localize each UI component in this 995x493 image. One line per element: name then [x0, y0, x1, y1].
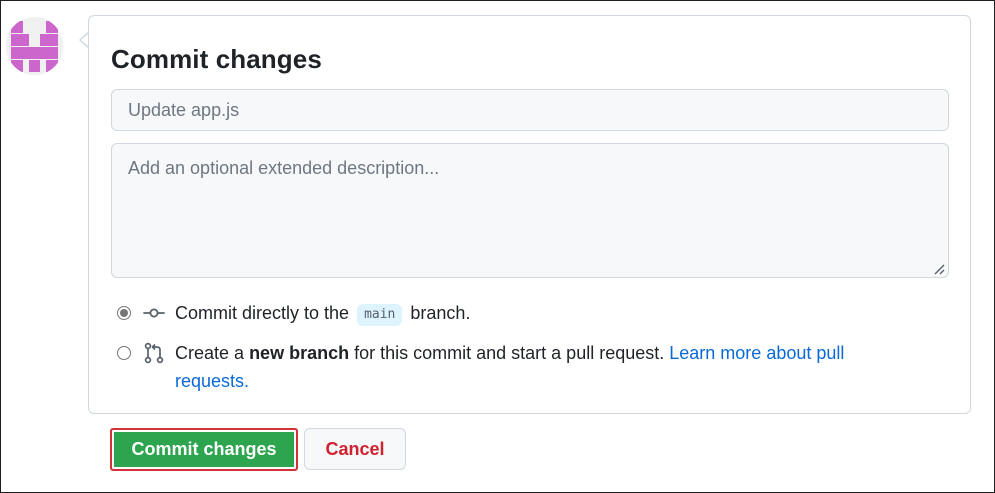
new-branch-text-before: Create a: [175, 343, 245, 363]
new-branch-text-after: for this commit and start a pull request…: [354, 343, 665, 363]
commit-changes-button[interactable]: Commit changes: [110, 428, 298, 471]
git-commit-icon: [143, 308, 165, 318]
new-branch-bold-text: new branch: [249, 343, 350, 363]
git-pull-request-icon: [144, 342, 164, 364]
commit-direct-text-before: Commit directly to the: [175, 303, 350, 323]
commit-direct-text: Commit directly to the main branch.: [175, 299, 470, 327]
commit-description-textarea[interactable]: [111, 143, 949, 278]
commit-form-panel: Commit changes Commit directly to the ma…: [88, 15, 971, 414]
commit-direct-radio[interactable]: [117, 306, 131, 320]
resize-handle-icon[interactable]: [933, 263, 945, 275]
identicon-avatar-icon: [6, 17, 63, 75]
commit-form-title: Commit changes: [111, 44, 322, 74]
commit-direct-option[interactable]: Commit directly to the main branch.: [117, 302, 470, 327]
new-branch-radio[interactable]: [117, 346, 131, 360]
commit-direct-text-after: branch.: [410, 303, 471, 323]
cancel-button[interactable]: Cancel: [304, 428, 406, 470]
commit-dialog-frame: Commit changes Commit directly to the ma…: [0, 0, 995, 493]
branch-name-badge: main: [357, 304, 403, 326]
user-avatar: [6, 17, 63, 75]
commit-summary-input[interactable]: [111, 89, 949, 131]
new-branch-option[interactable]: Create a new branch for this commit and …: [117, 342, 897, 395]
new-branch-text: Create a new branch for this commit and …: [175, 339, 897, 395]
